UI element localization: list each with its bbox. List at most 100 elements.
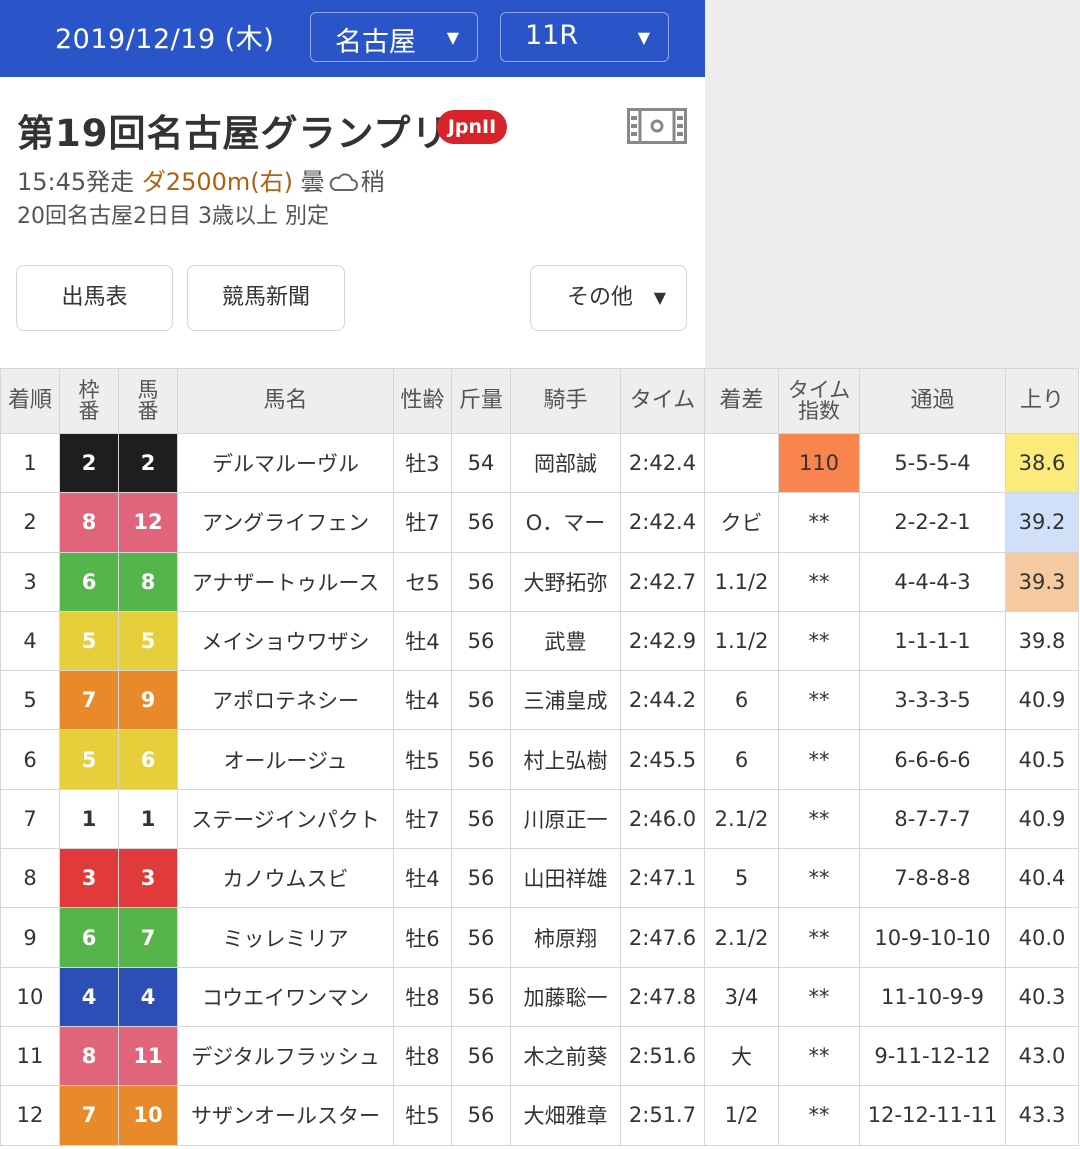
time-index-cell: ** <box>778 907 860 968</box>
table-row: 8 3 3 カノウムスビ 牡4 56 山田祥雄 2:47.1 5 ** 7-8-8-8 40.4 <box>0 848 1079 909</box>
horse-name-link[interactable]: メイショウワザシ <box>177 610 394 672</box>
sex-age-cell: 牡7 <box>393 492 452 553</box>
time-cell: 2:51.6 <box>620 1025 705 1087</box>
waku-cell: 3 <box>59 848 119 909</box>
jockey-link[interactable]: 大野拓弥 <box>510 551 621 612</box>
waku-cell: 5 <box>59 729 119 790</box>
horse-name-link[interactable]: カノウムスビ <box>177 848 394 909</box>
header-jockey[interactable]: 騎手 <box>510 368 621 434</box>
umaban-cell: 1 <box>118 788 178 850</box>
jockey-link[interactable]: 三浦皇成 <box>510 670 621 731</box>
header-name[interactable]: 馬名 <box>177 368 394 434</box>
start-time: 15:45発走 <box>17 168 135 196</box>
weight-cell: 56 <box>451 492 511 553</box>
other-button-label: その他 <box>567 285 634 310</box>
waku-cell: 4 <box>59 966 119 1027</box>
jockey-link[interactable]: 大畑雅章 <box>510 1085 621 1146</box>
horse-name-link[interactable]: サザンオールスター <box>177 1085 394 1146</box>
header-time[interactable]: タイム <box>620 368 705 434</box>
horse-name-link[interactable]: アングライフェン <box>177 492 394 553</box>
passing-order-cell: 7-8-8-8 <box>859 848 1006 909</box>
table-row: 11 8 11 デジタルフラッシュ 牡8 56 木之前葵 2:51.6 大 ** 9-11-12-1… <box>0 1025 1079 1087</box>
umaban-cell: 9 <box>118 670 178 731</box>
rank-cell: 4 <box>0 610 60 672</box>
track-condition: 稍 <box>360 168 385 196</box>
umaban-cell: 12 <box>118 492 178 553</box>
sex-age-cell: 牡5 <box>393 729 452 790</box>
passing-order-cell: 5-5-5-4 <box>859 432 1006 494</box>
last3f-cell: 40.3 <box>1005 966 1079 1027</box>
weight-cell: 56 <box>451 966 511 1027</box>
video-icon[interactable] <box>627 108 687 144</box>
time-index-cell: ** <box>778 848 860 909</box>
header-last3f[interactable]: 上り <box>1005 368 1079 434</box>
header-time-index[interactable]: タイム指数 <box>778 368 860 434</box>
jockey-link[interactable]: O．マー <box>510 492 621 553</box>
header-umaban[interactable]: 馬番 <box>118 368 178 434</box>
passing-order-cell: 10-9-10-10 <box>859 907 1006 968</box>
jockey-link[interactable]: 岡部誠 <box>510 432 621 494</box>
margin-cell: 6 <box>704 729 779 790</box>
newspaper-button-label: 競馬新聞 <box>221 285 310 310</box>
margin-cell: 1/2 <box>704 1085 779 1146</box>
passing-order-cell: 12-12-11-11 <box>859 1085 1006 1146</box>
last3f-cell: 38.6 <box>1005 432 1079 494</box>
weight-cell: 56 <box>451 610 511 672</box>
horse-name-link[interactable]: ミッレミリア <box>177 907 394 968</box>
horse-name-link[interactable]: アナザートゥルース <box>177 551 394 612</box>
jockey-link[interactable]: 加藤聡一 <box>510 966 621 1027</box>
time-cell: 2:42.9 <box>620 610 705 672</box>
last3f-cell: 39.3 <box>1005 551 1079 612</box>
weight-cell: 56 <box>451 907 511 968</box>
weight-cell: 56 <box>451 1085 511 1146</box>
venue-select[interactable]: 名古屋 ▼ <box>310 12 478 62</box>
horse-name-link[interactable]: オールージュ <box>177 729 394 790</box>
jockey-link[interactable]: 山田祥雄 <box>510 848 621 909</box>
time-index-cell: ** <box>778 788 860 850</box>
horse-name-link[interactable]: デルマルーヴル <box>177 432 394 494</box>
header-weight[interactable]: 斤量 <box>451 368 511 434</box>
umaban-cell: 10 <box>118 1085 178 1146</box>
margin-cell: 大 <box>704 1025 779 1087</box>
horse-name-link[interactable]: コウエイワンマン <box>177 966 394 1027</box>
time-cell: 2:47.1 <box>620 848 705 909</box>
jockey-link[interactable]: 武豊 <box>510 610 621 672</box>
time-index-cell: 110 <box>778 432 860 494</box>
jockey-link[interactable]: 柿原翔 <box>510 907 621 968</box>
table-row: 9 6 7 ミッレミリア 牡6 56 柿原翔 2:47.6 2.1/2 ** 10-9-10-10 4… <box>0 907 1079 968</box>
newspaper-button[interactable]: 競馬新聞 <box>187 265 345 331</box>
other-menu-button[interactable]: その他 ▼ <box>530 265 687 331</box>
jockey-link[interactable]: 村上弘樹 <box>510 729 621 790</box>
rank-cell: 3 <box>0 551 60 612</box>
table-row: 4 5 5 メイショウワザシ 牡4 56 武豊 2:42.9 1.1/2 ** 1-1-1-1 39.… <box>0 610 1079 672</box>
table-header-row: 着順 枠番 馬番 馬名 性齢 斤量 騎手 タイム 着差 タイム指数 通過 上り <box>0 368 1079 434</box>
header-rank[interactable]: 着順 <box>0 368 60 434</box>
jockey-link[interactable]: 木之前葵 <box>510 1025 621 1087</box>
jockey-link[interactable]: 川原正一 <box>510 788 621 850</box>
header-waku[interactable]: 枠番 <box>59 368 119 434</box>
time-cell: 2:42.4 <box>620 432 705 494</box>
race-number-select[interactable]: 11R ▼ <box>500 12 669 62</box>
margin-cell: 1.1/2 <box>704 610 779 672</box>
entries-button[interactable]: 出馬表 <box>16 265 173 331</box>
time-cell: 2:42.7 <box>620 551 705 612</box>
margin-cell: 3/4 <box>704 966 779 1027</box>
header-time-index-label: タイム指数 <box>787 378 851 423</box>
umaban-cell: 8 <box>118 551 178 612</box>
header-sexage[interactable]: 性齢 <box>393 368 452 434</box>
time-cell: 2:44.2 <box>620 670 705 731</box>
header-passing[interactable]: 通過 <box>859 368 1006 434</box>
cloud-icon <box>329 173 358 191</box>
horse-name-link[interactable]: ステージインパクト <box>177 788 394 850</box>
passing-order-cell: 2-2-2-1 <box>859 492 1006 553</box>
header-waku-label: 枠番 <box>78 378 100 423</box>
time-cell: 2:47.6 <box>620 907 705 968</box>
rank-cell: 9 <box>0 907 60 968</box>
passing-order-cell: 11-10-9-9 <box>859 966 1006 1027</box>
waku-cell: 8 <box>59 1025 119 1087</box>
course-distance: ダ2500m(右) <box>141 168 293 196</box>
horse-name-link[interactable]: デジタルフラッシュ <box>177 1025 394 1087</box>
horse-name-link[interactable]: アポロテネシー <box>177 670 394 731</box>
rank-cell: 12 <box>0 1085 60 1146</box>
header-margin[interactable]: 着差 <box>704 368 779 434</box>
